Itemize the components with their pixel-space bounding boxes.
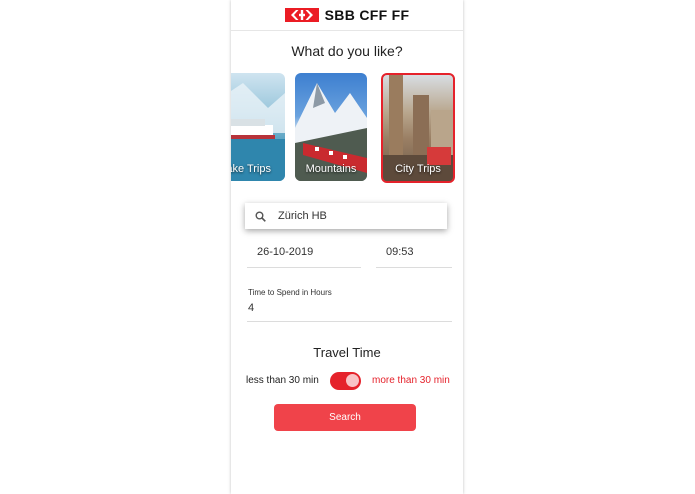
- time-field[interactable]: 09:53: [376, 246, 452, 268]
- category-label: Lake Trips: [231, 163, 271, 175]
- app-header: SBB CFF FF: [231, 0, 463, 31]
- date-field[interactable]: 26-10-2019: [247, 246, 361, 268]
- category-card-lake-trips[interactable]: Lake Trips: [231, 73, 285, 181]
- category-card-mountains[interactable]: Mountains: [295, 73, 367, 181]
- travel-time-toggle-row: less than 30 min more than 30 min: [231, 372, 463, 390]
- sbb-logo-icon: [284, 8, 319, 22]
- brand-name: SBB CFF FF: [324, 7, 410, 23]
- station-search-input[interactable]: Zürich HB: [245, 203, 447, 229]
- hours-label: Time to Spend in Hours: [248, 288, 332, 297]
- category-carousel[interactable]: Lake Trips Mountains Ci: [231, 73, 463, 183]
- search-value: Zürich HB: [278, 210, 327, 222]
- search-button[interactable]: Search: [274, 404, 416, 431]
- category-label: City Trips: [395, 163, 441, 175]
- category-card-city-trips[interactable]: City Trips: [381, 73, 455, 183]
- hours-field[interactable]: 4: [247, 302, 452, 322]
- less-than-label: less than 30 min: [246, 375, 319, 386]
- travel-time-toggle[interactable]: [330, 372, 361, 390]
- travel-time-title: Travel Time: [313, 345, 381, 360]
- toggle-knob: [345, 373, 360, 388]
- app-screen: SBB CFF FF What do you like? Lake Trips: [231, 0, 463, 494]
- category-label: Mountains: [305, 163, 357, 175]
- search-icon: [255, 211, 266, 222]
- more-than-label: more than 30 min: [372, 375, 450, 386]
- page-question: What do you like?: [291, 43, 403, 59]
